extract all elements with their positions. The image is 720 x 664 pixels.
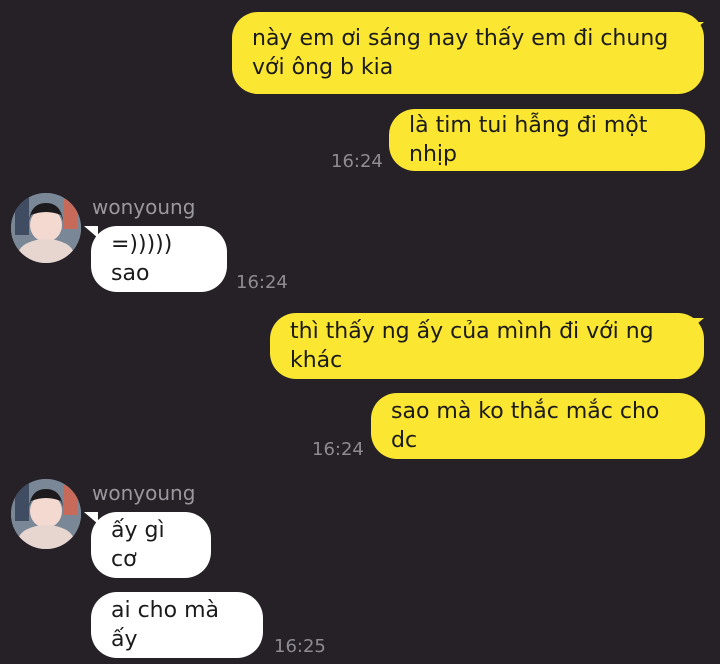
message-timestamp: 16:24 bbox=[312, 439, 364, 460]
outgoing-message-bubble[interactable]: này em ơi sáng nay thấy em đi chung với … bbox=[232, 12, 704, 94]
incoming-message-bubble[interactable]: =))))) sao bbox=[91, 226, 227, 292]
outgoing-message-bubble[interactable]: sao mà ko thắc mắc cho dc bbox=[371, 393, 705, 459]
incoming-message-bubble[interactable]: ấy gì cơ bbox=[91, 512, 211, 578]
message-text: là tim tui hẫng đi một nhịp bbox=[409, 113, 648, 167]
message-text: sao mà ko thắc mắc cho dc bbox=[391, 399, 660, 453]
message-timestamp: 16:24 bbox=[331, 151, 383, 172]
sender-name: wonyoung bbox=[92, 481, 196, 505]
message-text: ai cho mà ấy bbox=[111, 598, 219, 652]
avatar-photo-icon bbox=[11, 193, 81, 263]
outgoing-message-bubble[interactable]: thì thấy ng ấy của mình đi với ng khác bbox=[270, 313, 704, 379]
contact-avatar[interactable] bbox=[11, 479, 81, 549]
message-text: này em ơi sáng nay thấy em đi chung với … bbox=[252, 26, 669, 80]
chat-window: này em ơi sáng nay thấy em đi chung với … bbox=[0, 0, 720, 664]
message-text: =))))) sao bbox=[111, 232, 173, 286]
message-timestamp: 16:25 bbox=[274, 636, 326, 657]
outgoing-message-bubble[interactable]: là tim tui hẫng đi một nhịp bbox=[389, 109, 705, 171]
incoming-message-bubble[interactable]: ai cho mà ấy bbox=[91, 592, 263, 658]
avatar-photo-icon bbox=[11, 479, 81, 549]
sender-name: wonyoung bbox=[92, 195, 196, 219]
contact-avatar[interactable] bbox=[11, 193, 81, 263]
message-text: thì thấy ng ấy của mình đi với ng khác bbox=[290, 319, 654, 373]
message-text: ấy gì cơ bbox=[111, 518, 165, 572]
message-timestamp: 16:24 bbox=[236, 272, 288, 293]
